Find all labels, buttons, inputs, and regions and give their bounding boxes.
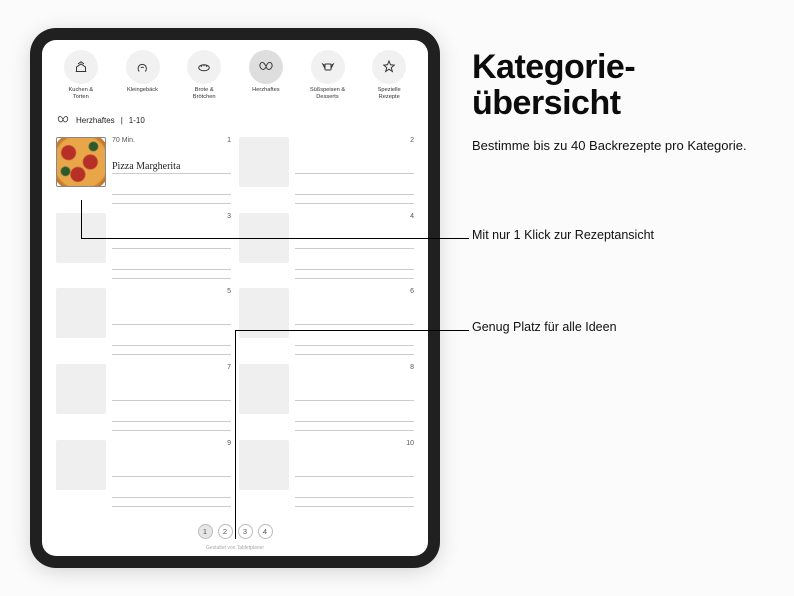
spezielle-icon bbox=[372, 50, 406, 84]
recipe-title bbox=[295, 313, 414, 325]
recipe-body: 70 Min. 1 Pizza Margherita bbox=[112, 137, 231, 207]
recipe-number: 9 bbox=[227, 440, 231, 447]
recipe-lines bbox=[295, 267, 414, 279]
recipe-number: 8 bbox=[410, 364, 414, 371]
category-kuchen[interactable]: Kuchen &Torten bbox=[52, 50, 110, 101]
recipe-body: 9 bbox=[112, 440, 231, 510]
recipe-body: 8 bbox=[295, 364, 414, 434]
marketing-annotations: Kategorie- übersicht Bestimme bis zu 40 … bbox=[472, 50, 772, 156]
annotation-space: Genug Platz für alle Ideen bbox=[472, 320, 617, 334]
recipe-body: 7 bbox=[112, 364, 231, 434]
suesses-icon bbox=[311, 50, 345, 84]
recipe-time: 70 Min. bbox=[112, 137, 135, 144]
recipe-thumb bbox=[239, 137, 289, 187]
recipe-slot[interactable]: 9 bbox=[56, 440, 231, 510]
recipe-thumb bbox=[239, 364, 289, 414]
recipe-number: 3 bbox=[227, 213, 231, 220]
recipe-body: 6 bbox=[295, 288, 414, 358]
page-1[interactable]: 1 bbox=[198, 524, 213, 539]
category-herzhaftes[interactable]: Herzhaftes bbox=[237, 50, 295, 101]
herzhaftes-icon bbox=[249, 50, 283, 84]
recipe-number: 5 bbox=[227, 288, 231, 295]
category-kleingebaeck[interactable]: Kleingebäck bbox=[114, 50, 172, 101]
section-header: Herzhaftes | 1-10 bbox=[42, 107, 428, 133]
recipe-thumb bbox=[239, 288, 289, 338]
section-title: Herzhaftes bbox=[76, 116, 115, 125]
recipe-lines bbox=[112, 495, 231, 507]
page-4[interactable]: 4 bbox=[258, 524, 273, 539]
recipe-body: 2 bbox=[295, 137, 414, 207]
category-label: SpezielleRezepte bbox=[378, 87, 401, 101]
recipe-title: Pizza Margherita bbox=[112, 161, 231, 174]
recipe-lines bbox=[112, 343, 231, 355]
recipe-number: 10 bbox=[406, 440, 414, 447]
recipe-lines bbox=[295, 495, 414, 507]
kuchen-icon bbox=[64, 50, 98, 84]
recipe-lines bbox=[295, 343, 414, 355]
page-3[interactable]: 3 bbox=[238, 524, 253, 539]
category-suesses[interactable]: Süßspeisen &Desserts bbox=[299, 50, 357, 101]
pizza-image bbox=[56, 137, 106, 187]
pretzel-icon bbox=[56, 113, 70, 129]
recipe-number: 2 bbox=[410, 137, 414, 144]
category-spezielle[interactable]: SpezielleRezepte bbox=[360, 50, 418, 101]
recipe-title bbox=[295, 389, 414, 401]
recipe-slot[interactable]: 10 bbox=[239, 440, 414, 510]
recipe-title bbox=[112, 465, 231, 477]
footer-credit: Gestaltet von Tabletplaner bbox=[42, 545, 428, 556]
recipe-slot[interactable]: 7 bbox=[56, 364, 231, 434]
recipe-slot[interactable]: 2 bbox=[239, 137, 414, 207]
section-range: 1-10 bbox=[129, 116, 145, 125]
recipe-lines bbox=[112, 192, 231, 204]
recipe-slot[interactable]: 4 bbox=[239, 213, 414, 283]
connector-line bbox=[81, 200, 82, 238]
recipe-slot[interactable]: 6 bbox=[239, 288, 414, 358]
recipe-slot[interactable]: 5 bbox=[56, 288, 231, 358]
recipe-body: 4 bbox=[295, 213, 414, 283]
page-title: Kategorie- übersicht bbox=[472, 50, 772, 121]
recipe-number: 6 bbox=[410, 288, 414, 295]
recipe-slot[interactable]: 3 bbox=[56, 213, 231, 283]
connector-line bbox=[81, 238, 469, 239]
category-label: Herzhaftes bbox=[252, 87, 280, 94]
recipe-lines bbox=[112, 419, 231, 431]
recipe-lines bbox=[295, 419, 414, 431]
recipe-title bbox=[112, 389, 231, 401]
recipe-title bbox=[295, 162, 414, 174]
brote-icon bbox=[187, 50, 221, 84]
page-subtitle: Bestimme bis zu 40 Backrezepte pro Kateg… bbox=[472, 137, 752, 155]
category-label: Kuchen &Torten bbox=[69, 87, 94, 101]
recipe-slot[interactable]: 8 bbox=[239, 364, 414, 434]
recipe-title bbox=[295, 237, 414, 249]
recipe-thumb bbox=[56, 288, 106, 338]
category-label: Brote &Brötchen bbox=[193, 87, 216, 101]
recipe-body: 5 bbox=[112, 288, 231, 358]
recipe-number: 4 bbox=[410, 213, 414, 220]
category-brote[interactable]: Brote &Brötchen bbox=[175, 50, 233, 101]
page-2[interactable]: 2 bbox=[218, 524, 233, 539]
recipe-lines bbox=[295, 192, 414, 204]
category-label: Kleingebäck bbox=[127, 87, 158, 94]
connector-line bbox=[235, 330, 469, 331]
recipe-body: 3 bbox=[112, 213, 231, 283]
recipe-thumb bbox=[239, 440, 289, 490]
recipe-thumb bbox=[56, 137, 106, 187]
recipe-thumb bbox=[56, 364, 106, 414]
recipe-title bbox=[112, 237, 231, 249]
recipe-title bbox=[295, 465, 414, 477]
recipe-lines bbox=[112, 267, 231, 279]
annotation-click: Mit nur 1 Klick zur Rezeptansicht bbox=[472, 228, 654, 242]
category-label: Süßspeisen &Desserts bbox=[310, 87, 345, 101]
recipe-number: 1 bbox=[227, 137, 231, 144]
kleingebaeck-icon bbox=[126, 50, 160, 84]
category-nav: Kuchen &Torten Kleingebäck Brote &Brötch… bbox=[42, 40, 428, 107]
recipe-body: 10 bbox=[295, 440, 414, 510]
recipe-slot[interactable]: 70 Min. 1 Pizza Margherita bbox=[56, 137, 231, 207]
recipe-number: 7 bbox=[227, 364, 231, 371]
section-divider: | bbox=[121, 116, 123, 125]
recipe-title bbox=[112, 313, 231, 325]
recipe-thumb bbox=[56, 440, 106, 490]
connector-line bbox=[235, 330, 236, 539]
